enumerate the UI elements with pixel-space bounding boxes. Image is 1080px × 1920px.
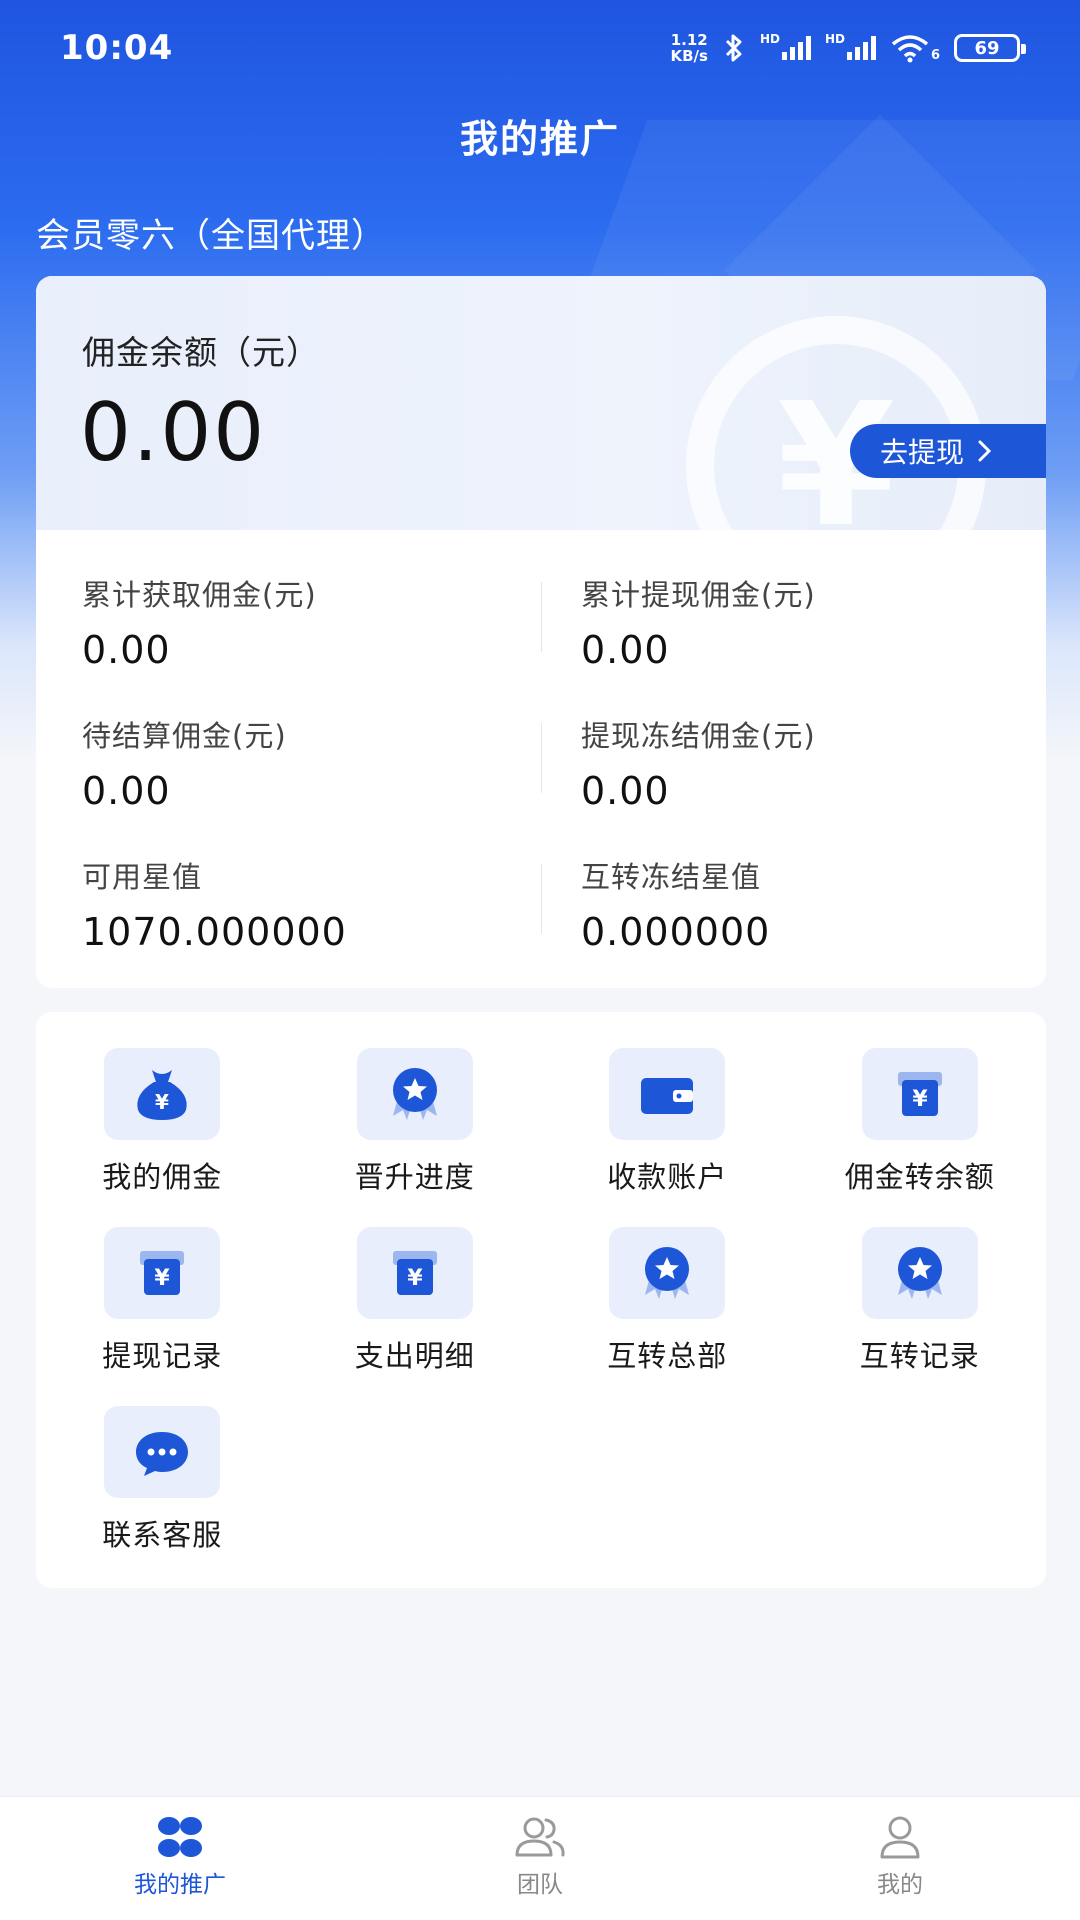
feature-menu-card: ¥ 我的佣金 晋升进度 收款账户 ¥ 佣金转余额 ¥ 提现记录 ¥ 支出明细 互…: [36, 1012, 1046, 1588]
stat-item: 累计获取佣金(元) 0.00: [82, 578, 317, 672]
status-time: 10:04: [60, 28, 174, 68]
stats-row: 可用星值 1070.000000 互转冻结星值 0.000000: [36, 842, 1046, 983]
bluetooth-icon: [725, 34, 742, 62]
yuan-card-icon: ¥: [104, 1227, 221, 1319]
menu-item-promotion-progress[interactable]: 晋升进度: [289, 1048, 542, 1227]
tab-my-promotion[interactable]: 我的推广: [0, 1797, 360, 1920]
grid-clover-icon: [158, 1817, 202, 1857]
menu-item-withdraw-records[interactable]: ¥ 提现记录: [36, 1227, 289, 1406]
tab-team[interactable]: 团队: [360, 1797, 720, 1920]
battery-indicator: 69: [954, 34, 1026, 62]
stats-grid: 累计获取佣金(元) 0.00 累计提现佣金(元) 0.00 待结算佣金(元) 0…: [36, 560, 1046, 983]
stats-row: 累计获取佣金(元) 0.00 累计提现佣金(元) 0.00: [36, 560, 1046, 701]
star-badge-icon: [861, 1227, 978, 1319]
menu-item-commission-to-balance[interactable]: ¥ 佣金转余额: [794, 1048, 1047, 1227]
money-bag-icon: ¥: [104, 1048, 221, 1140]
stats-row: 待结算佣金(元) 0.00 提现冻结佣金(元) 0.00: [36, 701, 1046, 842]
chevron-right-icon: [978, 440, 992, 462]
member-level: 会员零六（全国代理）: [36, 216, 386, 256]
signal-icon: HD: [825, 32, 876, 60]
yuan-coin-icon: ¥: [686, 316, 986, 530]
chat-bubble-icon: [104, 1406, 221, 1498]
menu-item-payment-account[interactable]: 收款账户: [541, 1048, 794, 1227]
menu-item-transfer-records[interactable]: 互转记录: [794, 1227, 1047, 1406]
yuan-card-icon: ¥: [356, 1227, 473, 1319]
svg-text:¥: ¥: [912, 1087, 928, 1112]
status-bar: 10:04 1.12 KB/s HD HD 6 69: [0, 0, 1080, 96]
wifi-icon: 6: [890, 33, 940, 63]
svg-text:¥: ¥: [407, 1266, 423, 1291]
balance-value: 0.00: [80, 386, 267, 479]
balance-label: 佣金余额（元）: [82, 333, 320, 372]
network-speed: 1.12 KB/s: [670, 31, 708, 65]
menu-item-my-commission[interactable]: ¥ 我的佣金: [36, 1048, 289, 1227]
menu-item-expense-details[interactable]: ¥ 支出明细: [289, 1227, 542, 1406]
tab-me[interactable]: 我的: [720, 1797, 1080, 1920]
status-icons: 1.12 KB/s HD HD 6 69: [670, 31, 1026, 65]
wallet-icon: [609, 1048, 726, 1140]
signal-icon: HD: [760, 32, 811, 60]
stat-item: 可用星值 1070.000000: [82, 860, 347, 954]
profile-icon: [880, 1816, 920, 1859]
feature-menu-grid: ¥ 我的佣金 晋升进度 收款账户 ¥ 佣金转余额 ¥ 提现记录 ¥ 支出明细 互…: [36, 1048, 1046, 1585]
team-icon: [515, 1817, 565, 1857]
yuan-card-icon: ¥: [861, 1048, 978, 1140]
stat-item: 累计提现佣金(元) 0.00: [541, 560, 1046, 701]
stat-item: 提现冻结佣金(元) 0.00: [541, 701, 1046, 842]
svg-text:¥: ¥: [155, 1090, 169, 1114]
menu-item-customer-service[interactable]: 联系客服: [36, 1406, 289, 1585]
stat-item: 待结算佣金(元) 0.00: [82, 719, 287, 813]
page-title: 我的推广: [459, 117, 620, 161]
bottom-tab-bar: 我的推广 团队 我的: [0, 1796, 1080, 1920]
commission-card: ¥ 佣金余额（元） 0.00 去提现 累计获取佣金(元) 0.00 累计提现佣金…: [36, 276, 1046, 988]
stat-item: 互转冻结星值 0.000000: [541, 842, 1046, 983]
star-badge-icon: [356, 1048, 473, 1140]
balance-area: ¥ 佣金余额（元） 0.00 去提现: [36, 276, 1046, 530]
menu-item-transfer-hq[interactable]: 互转总部: [541, 1227, 794, 1406]
withdraw-button[interactable]: 去提现: [850, 424, 1046, 478]
star-badge-icon: [609, 1227, 726, 1319]
svg-text:¥: ¥: [155, 1266, 171, 1291]
